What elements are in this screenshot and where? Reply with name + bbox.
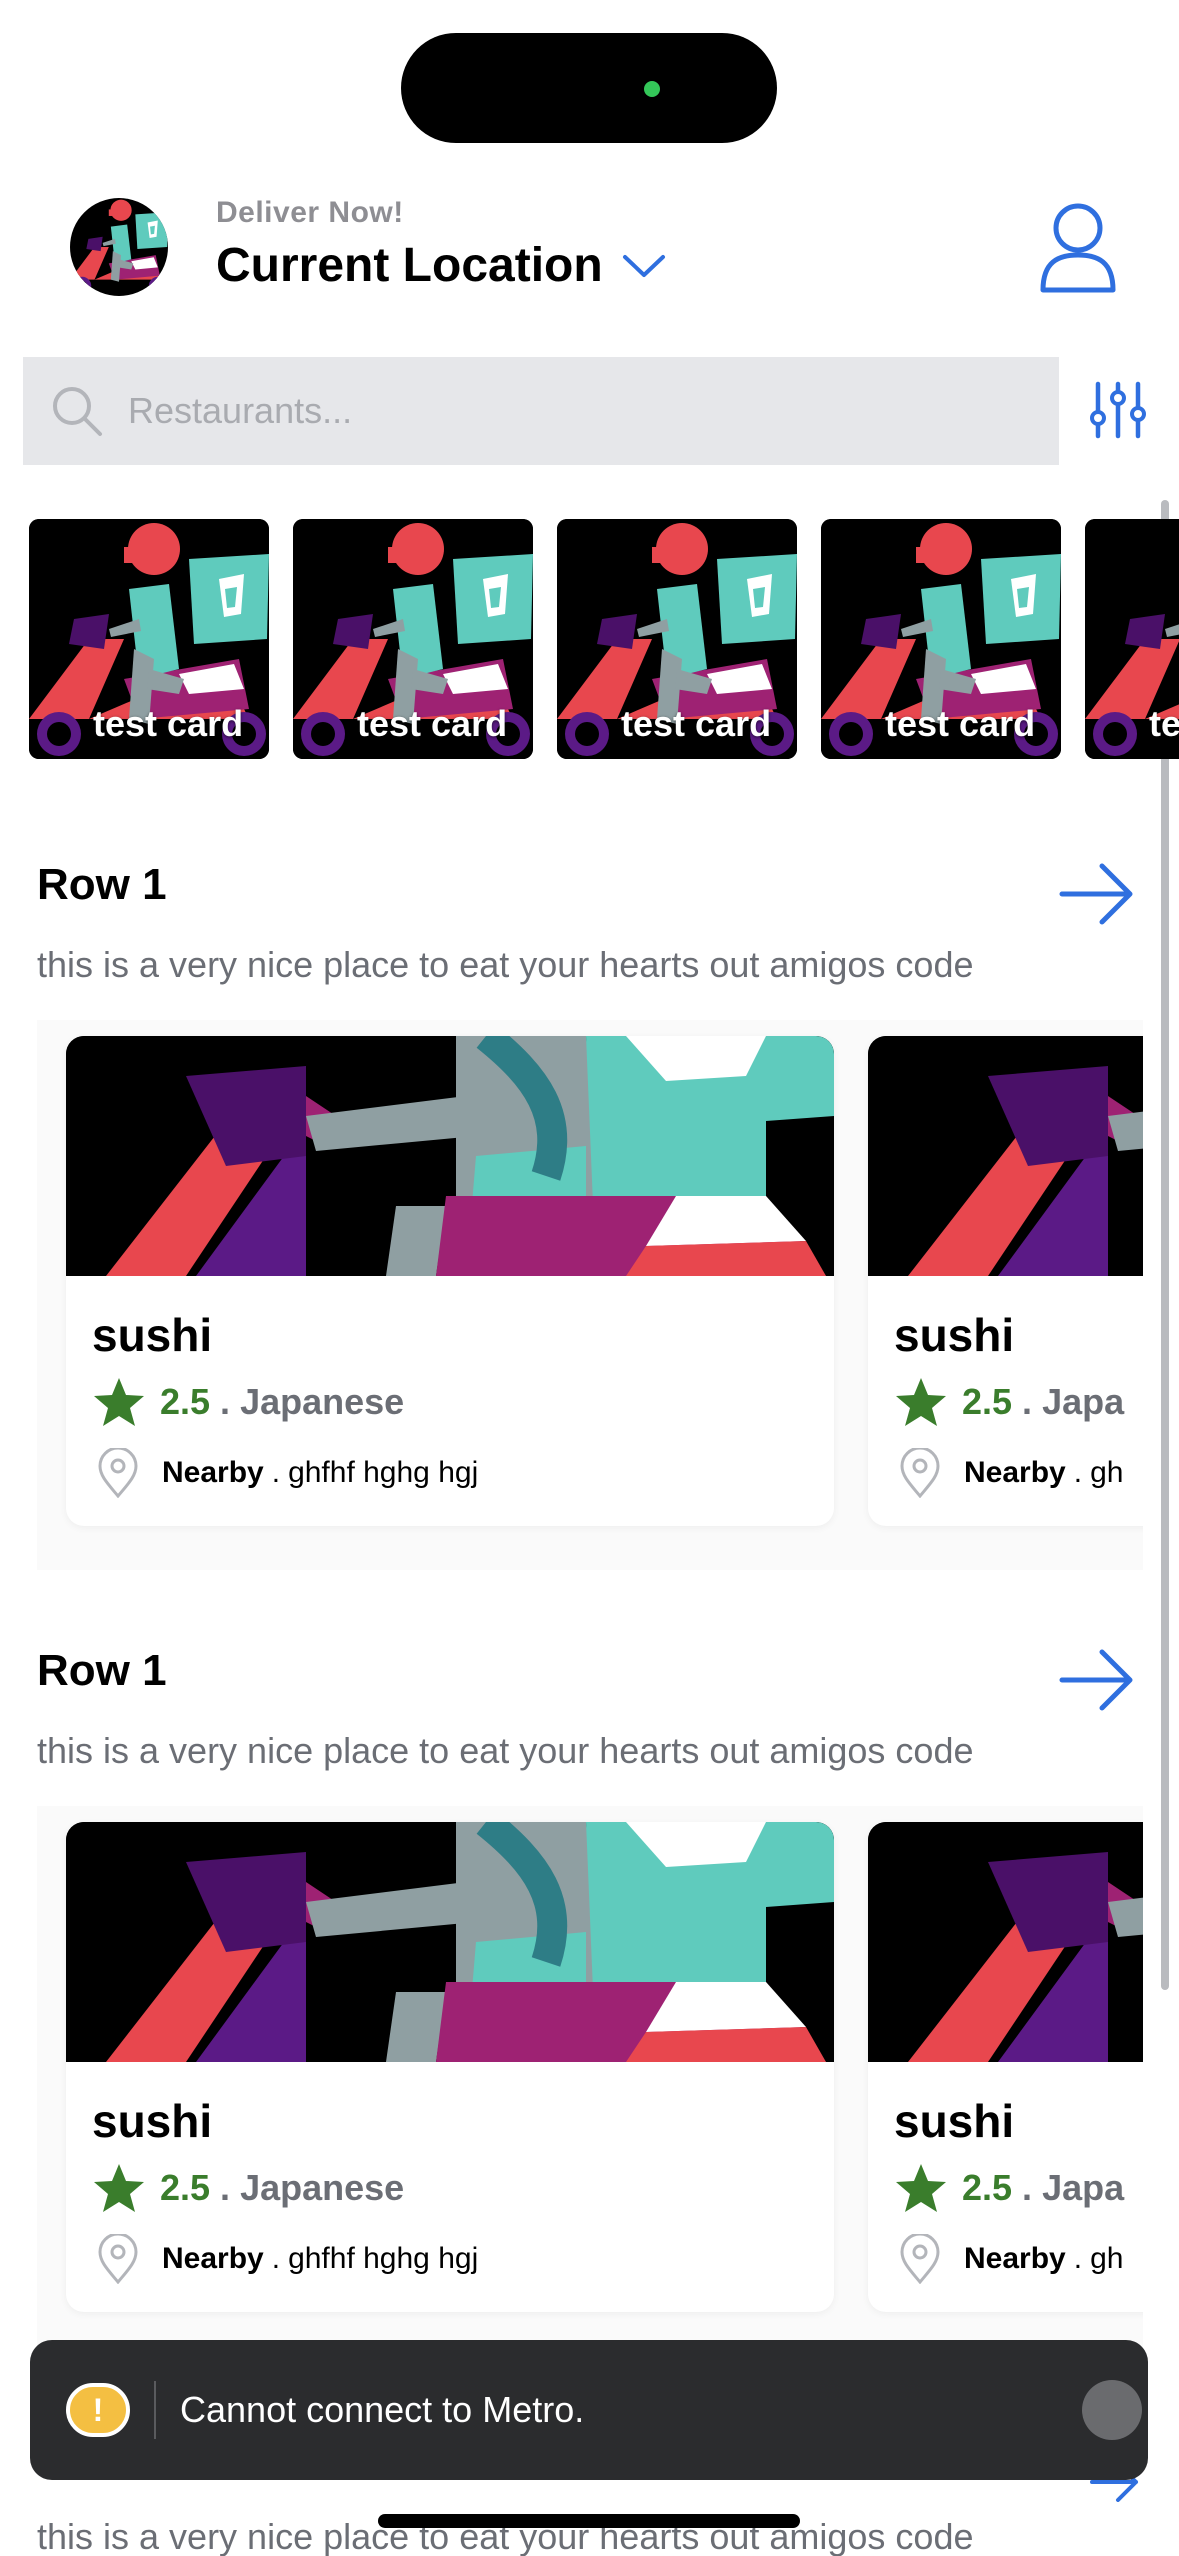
search-bar[interactable] <box>23 357 1059 465</box>
star-icon <box>896 2164 946 2212</box>
location-pin-icon <box>98 1448 138 1498</box>
error-toast[interactable]: ! Cannot connect to Metro. <box>30 2340 1148 2480</box>
location-pin-icon <box>98 2234 138 2284</box>
restaurant-image <box>868 1822 1143 2062</box>
promo-card-label: test card <box>1149 703 1179 744</box>
restaurant-meta: 2.5 . Japa <box>894 2162 1124 2214</box>
restaurant-row[interactable]: sushi 2.5 . Japanese Nearby . ghfhf hghg… <box>37 1020 1143 1570</box>
separator: . <box>1073 1456 1083 1489</box>
section-description: this is a very nice place to eat your he… <box>37 1730 974 1771</box>
restaurant-location: Nearby . gh <box>898 1448 1123 1498</box>
restaurant-meta: 2.5 . Japa <box>894 1376 1124 1428</box>
promo-card[interactable]: test card <box>557 519 797 759</box>
restaurant-name: sushi <box>92 1309 213 1361</box>
section-description: this is a very nice place to eat your he… <box>37 944 974 985</box>
promo-card[interactable]: test card <box>29 519 269 759</box>
section-title: Row 1 <box>37 1646 167 1695</box>
restaurant-meta: 2.5 . Japanese <box>92 2162 404 2214</box>
warning-icon: ! <box>66 2383 130 2437</box>
restaurant-card[interactable]: sushi 2.5 . Japanese Nearby . ghfhf hghg… <box>66 1822 834 2312</box>
separator: . <box>220 2167 231 2208</box>
promo-card[interactable]: test card <box>1085 519 1179 759</box>
arrow-right-icon[interactable] <box>1058 862 1136 926</box>
toast-message: Cannot connect to Metro. <box>180 2389 585 2430</box>
restaurant-category: Japa <box>1042 1381 1125 1422</box>
restaurant-address: gh <box>1090 2242 1124 2275</box>
search-icon <box>53 387 102 436</box>
star-icon <box>94 1378 144 1426</box>
star-icon <box>94 2164 144 2212</box>
restaurant-address: ghfhf hghg hgj <box>288 1456 479 1489</box>
separator: . <box>271 2242 281 2275</box>
profile-icon[interactable] <box>1038 200 1118 296</box>
promo-card[interactable]: test card <box>821 519 1061 759</box>
restaurant-rating: 2.5 <box>160 1381 211 1422</box>
location-pin-icon <box>900 2234 940 2284</box>
restaurant-name: sushi <box>894 2095 1015 2147</box>
promo-card-label: test card <box>885 703 1036 744</box>
restaurant-category: Japanese <box>240 1381 405 1422</box>
restaurant-category: Japa <box>1042 2167 1125 2208</box>
promo-card[interactable]: test card <box>293 519 533 759</box>
section-title: Row 1 <box>37 860 167 909</box>
separator: . <box>271 1456 281 1489</box>
separator: . <box>1022 1381 1033 1422</box>
toast-divider <box>154 2381 156 2439</box>
location-label: Nearby <box>964 1456 1066 1489</box>
restaurant-rating: 2.5 <box>962 2167 1013 2208</box>
star-icon <box>896 1378 946 1426</box>
promo-card-label: test card <box>621 703 772 744</box>
location-label: Nearby <box>964 2242 1066 2275</box>
promo-card-label: test card <box>357 703 508 744</box>
restaurant-location: Nearby . gh <box>898 2234 1123 2284</box>
restaurant-rating: 2.5 <box>160 2167 211 2208</box>
restaurant-category: Japanese <box>240 2167 405 2208</box>
separator: . <box>1073 2242 1083 2275</box>
chevron-down-icon <box>622 254 665 277</box>
deliver-now-label: Deliver Now! <box>216 196 404 229</box>
restaurant-card[interactable]: sushi 2.5 . Japa Nearby . gh <box>868 1822 1143 2312</box>
restaurant-card[interactable]: sushi 2.5 . Japanese Nearby . ghfhf hghg… <box>66 1036 834 1526</box>
restaurant-meta: 2.5 . Japanese <box>92 1376 404 1428</box>
home-indicator[interactable] <box>378 2514 800 2528</box>
restaurant-address: gh <box>1090 1456 1124 1489</box>
separator: . <box>1022 2167 1033 2208</box>
restaurant-name: sushi <box>92 2095 213 2147</box>
restaurant-card[interactable]: sushi 2.5 . Japa Nearby . gh <box>868 1036 1143 1526</box>
restaurant-row[interactable]: sushi 2.5 . Japanese Nearby . ghfhf hghg… <box>37 1806 1143 2356</box>
filter-sliders-icon[interactable] <box>1090 380 1146 440</box>
location-label: Nearby <box>162 2242 264 2275</box>
dynamic-island <box>401 33 777 143</box>
promo-carousel[interactable]: test card test card test card test card … <box>29 519 1179 759</box>
restaurant-location: Nearby . ghfhf hghg hgj <box>96 1448 478 1498</box>
avatar-logo[interactable] <box>70 198 168 296</box>
camera-indicator <box>644 81 660 97</box>
toast-dismiss-button[interactable] <box>1082 2380 1142 2440</box>
current-location-title: Current Location <box>216 239 603 292</box>
arrow-right-icon[interactable] <box>1058 1648 1136 1712</box>
promo-card-label: test card <box>93 703 244 744</box>
location-selector[interactable]: Current Location <box>216 238 667 293</box>
restaurant-image <box>868 1036 1143 1276</box>
restaurant-image <box>66 1036 834 1276</box>
separator: . <box>220 1381 231 1422</box>
search-input[interactable] <box>128 390 1028 432</box>
restaurant-address: ghfhf hghg hgj <box>288 2242 479 2275</box>
location-pin-icon <box>900 1448 940 1498</box>
restaurant-rating: 2.5 <box>962 1381 1013 1422</box>
restaurant-image <box>66 1822 834 2062</box>
restaurant-location: Nearby . ghfhf hghg hgj <box>96 2234 478 2284</box>
location-label: Nearby <box>162 1456 264 1489</box>
restaurant-name: sushi <box>894 1309 1015 1361</box>
